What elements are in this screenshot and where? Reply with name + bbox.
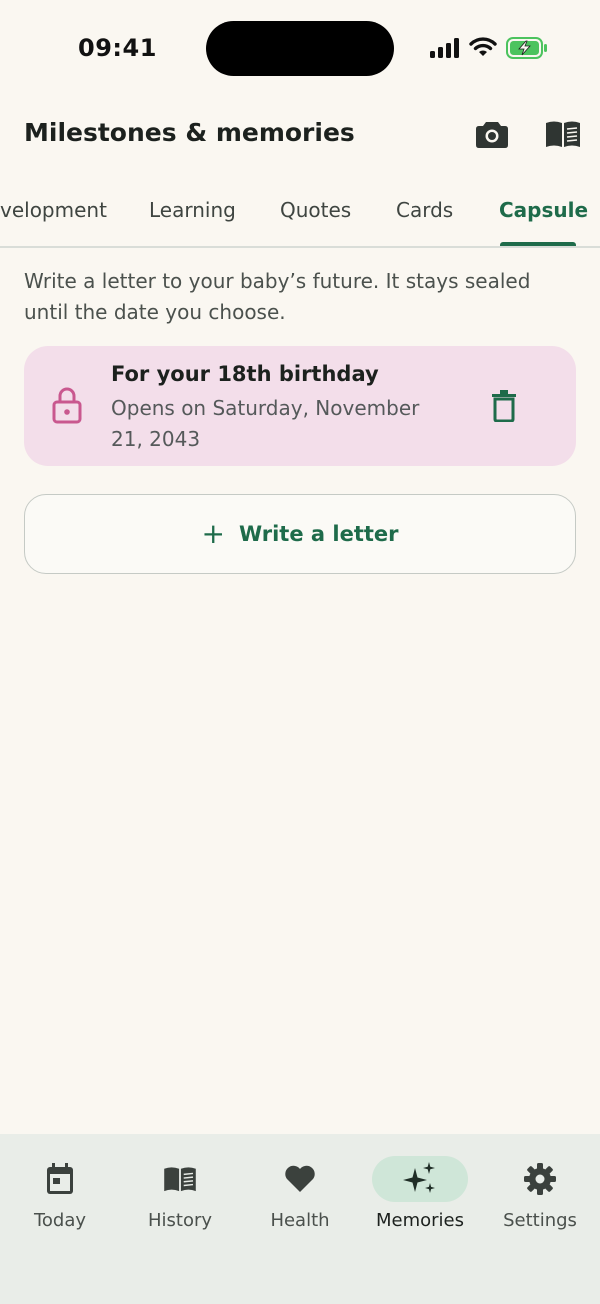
trash-icon <box>492 390 516 422</box>
bottom-nav: Today History Health Memories Settings <box>0 1134 600 1304</box>
sparkle-icon <box>403 1162 435 1193</box>
page-title: Milestones & memories <box>24 118 355 147</box>
nav-label-health: Health <box>270 1210 330 1231</box>
signal-icon <box>430 38 459 58</box>
tab-bar: velopment Learning Quotes Cards Capsule <box>0 186 600 248</box>
camera-icon <box>476 122 508 148</box>
nav-label-settings: Settings <box>503 1210 577 1231</box>
tab-development[interactable]: velopment <box>0 198 107 222</box>
nav-label-today: Today <box>33 1210 87 1231</box>
tab-capsule[interactable]: Capsule <box>499 198 588 222</box>
nav-label-memories: Memories <box>375 1210 464 1231</box>
tab-cards[interactable]: Cards <box>396 198 453 222</box>
tab-learning[interactable]: Learning <box>149 198 236 222</box>
header: Milestones & memories <box>0 110 600 160</box>
letter-title: For your 18th birthday <box>111 362 379 386</box>
nav-item-history[interactable]: History <box>120 1134 240 1254</box>
battery-icon <box>506 37 547 59</box>
nav-item-today[interactable]: Today <box>0 1134 120 1254</box>
calendar-icon <box>47 1163 73 1194</box>
book-button[interactable] <box>545 116 581 152</box>
plus-icon: + <box>201 517 225 550</box>
nav-item-health[interactable]: Health <box>240 1134 360 1254</box>
status-bar: 09:41 <box>0 0 600 96</box>
write-letter-label: Write a letter <box>238 522 399 546</box>
nav-item-settings[interactable]: Settings <box>480 1134 600 1254</box>
tab-quotes[interactable]: Quotes <box>280 198 351 222</box>
gear-icon <box>524 1163 556 1195</box>
book-icon <box>546 121 580 147</box>
letter-open-date: Opens on Saturday, November 21, 2043 <box>111 396 420 451</box>
capsule-letter-card[interactable]: For your 18th birthday Opens on Saturday… <box>24 346 576 466</box>
lock-icon <box>52 387 82 424</box>
book-icon <box>164 1167 196 1192</box>
status-time: 09:41 <box>78 34 157 62</box>
delete-letter-button[interactable] <box>486 388 522 424</box>
write-letter-button[interactable]: + Write a letter <box>24 494 576 574</box>
nav-label-history: History <box>147 1210 213 1231</box>
camera-button[interactable] <box>474 116 510 152</box>
heart-icon <box>285 1165 315 1192</box>
dynamic-island <box>206 21 394 76</box>
nav-item-memories[interactable]: Memories <box>360 1134 480 1254</box>
capsule-intro-text: Write a letter to your baby’s future. It… <box>24 269 531 324</box>
active-tab-indicator <box>500 242 576 246</box>
wifi-icon <box>469 37 497 56</box>
